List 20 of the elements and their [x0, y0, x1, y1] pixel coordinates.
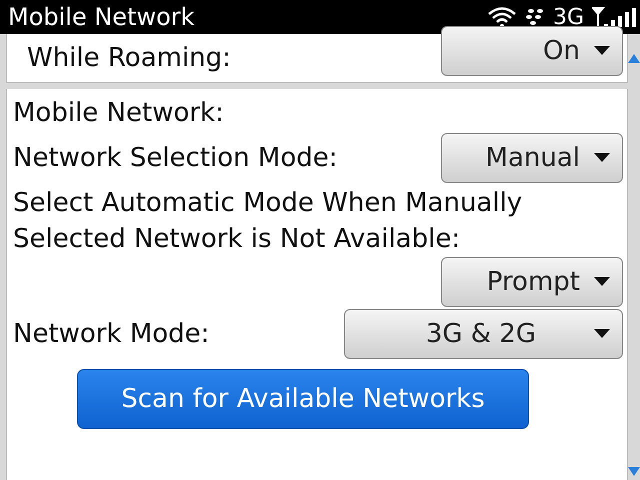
- dropdown[interactable]: 3G & 2G: [344, 309, 623, 359]
- dropdown[interactable]: On: [441, 26, 623, 76]
- setting-label: While Roaming:: [27, 42, 231, 75]
- setting-label: Select Automatic Mode When Manually Selected Network is Not Available:: [13, 187, 524, 256]
- screen-title: Mobile Network: [8, 3, 195, 31]
- setting-label: Network Mode:: [13, 318, 210, 351]
- caret-icon: [594, 153, 610, 163]
- scroll-down-icon[interactable]: [628, 467, 640, 476]
- caret-icon: [594, 277, 610, 287]
- caret-icon: [594, 329, 610, 339]
- setting-label: Network Selection Mode:: [13, 142, 338, 175]
- scroll-up-icon[interactable]: [628, 54, 640, 63]
- wifi-icon: [486, 6, 517, 28]
- dropdown[interactable]: Prompt: [441, 257, 623, 307]
- dots-icon: [524, 8, 545, 26]
- scan-button[interactable]: Scan for Available Networks: [77, 369, 529, 429]
- signal-icon: [592, 6, 636, 28]
- dropdown[interactable]: Manual: [441, 133, 623, 183]
- section-heading: Mobile Network:: [13, 97, 225, 130]
- caret-icon: [594, 46, 610, 56]
